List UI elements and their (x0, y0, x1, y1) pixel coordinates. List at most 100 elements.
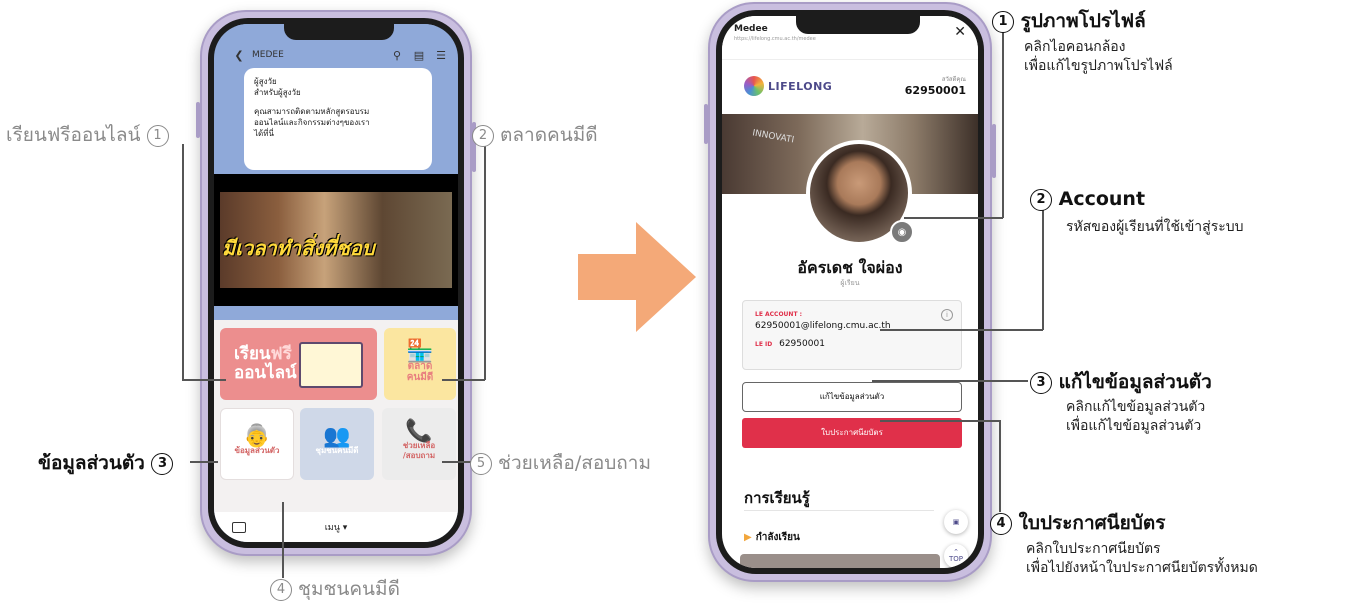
note-icon[interactable]: ▤ (412, 48, 426, 62)
tile-market-line2: คนมีดี (406, 371, 434, 383)
annotation-community: 4 ชุมชนคนมีดี (270, 574, 400, 603)
connector-r3 (872, 380, 1028, 382)
tile-personal-label: ข้อมูลส่วนตัว (234, 446, 280, 455)
greeting: สวัสดีคุณ (941, 76, 966, 83)
back-icon[interactable]: ❮ (232, 48, 246, 62)
header-account-number: 62950001 (904, 84, 966, 97)
right-phone-screen: Medee https://lifelong.cmu.ac.th/medee ✕… (722, 16, 978, 568)
number-badge: 4 (990, 512, 1012, 535)
notch (796, 16, 920, 34)
connector-1 (182, 144, 184, 380)
chat-header: ❮ MEDEE ⚲ ▤ ☰ (214, 42, 458, 68)
connector-r4 (880, 420, 1000, 422)
tile-learn-line2: ออนไลน์ (234, 363, 297, 383)
top-label: TOP (948, 555, 963, 563)
annotation-learn-free: เรียนฟรีออนไลน์ 1 (6, 120, 169, 150)
left-phone-screen: ❮ MEDEE ⚲ ▤ ☰ ผู้สูงวัย สำหรับผู้สูงวัย ค… (214, 24, 458, 542)
divider (744, 510, 934, 511)
notch (284, 24, 394, 40)
close-icon[interactable]: ✕ (954, 24, 966, 40)
rich-menu: เรียนฟรี ออนไลน์ 🏪 ตลาด คนมีดี 👵 ข้อมูลส… (214, 320, 458, 512)
chat-line: ผู้สูงวัย สำหรับผู้สูงวัย (254, 77, 301, 97)
connector-1 (182, 379, 226, 381)
tile-community-label: ชุมชนคนมีดี (315, 446, 359, 455)
number-badge: 1 (146, 124, 169, 147)
personal-info-tile[interactable]: 👵 ข้อมูลส่วนตัว (220, 408, 294, 480)
community-tile[interactable]: 👥 ชุมชนคนมีดี (300, 408, 374, 480)
connector-r4 (999, 420, 1001, 512)
connector-r1 (904, 217, 1003, 219)
annotation-market: 2 ตลาดคนมีดี (472, 120, 598, 150)
connector-r1 (1002, 30, 1004, 218)
annotation-edit-profile-desc: คลิกแก้ไขข้อมูลส่วนตัว เพื่อแก้ไขข้อมูลส… (1066, 399, 1206, 434)
market-tile[interactable]: 🏪 ตลาด คนมีดี (384, 328, 456, 400)
elder-icon: 👵 (243, 424, 271, 449)
connector-4 (282, 502, 284, 578)
help-tile[interactable]: 📞 ช่วยเหลือ /สอบถาม (382, 408, 456, 480)
camera-icon[interactable]: ◉ (890, 220, 914, 244)
number-badge: 2 (1030, 188, 1052, 211)
number-badge: 5 (470, 452, 492, 475)
video-caption: มีเวลาทำสิ่งที่ชอบ (222, 236, 375, 260)
annotation-help: 5 ช่วยเหลือ/สอบถาม (470, 448, 651, 478)
annotation-account: 2 Account (1030, 188, 1145, 211)
le-id-value: 62950001 (779, 339, 825, 349)
shop-icon: 🏪 (406, 338, 434, 364)
right-phone-volume-button (704, 104, 708, 144)
connector-3 (190, 461, 218, 463)
video-player[interactable]: มีเวลาทำสิ่งที่ชอบ (214, 174, 458, 306)
right-phone-power-button (992, 124, 996, 178)
logo-text: LIFELONG (768, 80, 833, 93)
group-icon: 👥 (323, 424, 351, 449)
chat-line: คุณสามารถติดตามหลักสูตรอบรม ออนไลน์และกิจ… (254, 107, 370, 138)
account-info-box: i LE ACCOUNT : 62950001@lifelong.cmu.ac.… (742, 300, 962, 370)
number-badge: 3 (151, 452, 174, 475)
info-icon[interactable]: i (941, 309, 953, 321)
le-id-label: LE ID (755, 341, 773, 348)
connector-r2 (880, 329, 1043, 331)
tile-help-line2: /สอบถาม (402, 451, 436, 460)
chat-title: MEDEE (252, 50, 284, 60)
lifelong-logo-icon (744, 76, 764, 96)
learn-free-online-tile[interactable]: เรียนฟรี ออนไลน์ (220, 328, 377, 400)
learning-section-title: การเรียนรู้ (744, 489, 810, 507)
number-badge: 1 (992, 10, 1014, 33)
keyboard-icon[interactable] (232, 521, 246, 533)
certificate-button[interactable]: ใบประกาศนียบัตร (742, 418, 962, 448)
connector-r2 (1042, 210, 1044, 330)
chat-float-icon[interactable]: ▣ (944, 510, 968, 534)
course-thumbnail[interactable] (740, 554, 940, 568)
banner-text: INNOVATI (751, 128, 795, 146)
number-badge: 4 (270, 578, 292, 601)
menu-toggle[interactable]: เมนู ▾ (246, 520, 426, 534)
menu-icon[interactable]: ☰ (434, 48, 448, 62)
connector-2 (442, 379, 485, 381)
account-label: LE ACCOUNT : (755, 311, 803, 318)
play-arrow-icon: ▶ (744, 532, 752, 543)
edit-profile-button[interactable]: แก้ไขข้อมูลส่วนตัว (742, 382, 962, 412)
annotation-certificate: 4 ใบประกาศนียบัตร (990, 508, 1165, 538)
chat-message: ผู้สูงวัย สำหรับผู้สูงวัย คุณสามารถติดตาม… (244, 68, 432, 170)
left-phone-frame: ❮ MEDEE ⚲ ▤ ☰ ผู้สูงวัย สำหรับผู้สูงวัย ค… (196, 10, 476, 556)
annotation-certificate-desc: คลิกใบประกาศนียบัตร เพื่อไปยังหน้าใบประก… (1026, 541, 1258, 576)
profile-header: LIFELONG สวัสดีคุณ 62950001 (722, 60, 978, 114)
left-phone-bezel: ❮ MEDEE ⚲ ▤ ☰ ผู้สูงวัย สำหรับผู้สูงวัย ค… (208, 18, 464, 548)
annotation-profile-picture-desc: คลิกไอคอนกล้อง เพื่อแก้ไขรูปภาพโปรไฟล์ (1024, 39, 1173, 74)
phone-icon: 📞 (405, 419, 433, 444)
left-phone-volume-button (196, 102, 200, 138)
search-icon[interactable]: ⚲ (390, 48, 404, 62)
in-progress-label[interactable]: ▶ กำลังเรียน (744, 530, 800, 545)
bottom-bar: เมนู ▾ (214, 512, 458, 542)
url-text: https://lifelong.cmu.ac.th/medee (734, 36, 816, 42)
number-badge: 3 (1030, 371, 1052, 394)
annotation-account-desc: รหัสของผู้เรียนที่ใช้เข้าสู่ระบบ (1066, 219, 1244, 235)
right-phone-frame: Medee https://lifelong.cmu.ac.th/medee ✕… (704, 2, 996, 582)
arrow-icon (578, 222, 696, 332)
annotation-edit-profile: 3 แก้ไขข้อมูลส่วนตัว (1030, 367, 1212, 397)
tile-help-line1: ช่วยเหลือ (402, 441, 436, 450)
le-id-row: LE ID 62950001 (755, 339, 949, 349)
tile-market-line1: ตลาด (407, 360, 433, 372)
scroll-top-button[interactable]: ⌃ TOP (944, 544, 968, 568)
connector-2 (484, 144, 486, 380)
book-icon (299, 342, 363, 388)
